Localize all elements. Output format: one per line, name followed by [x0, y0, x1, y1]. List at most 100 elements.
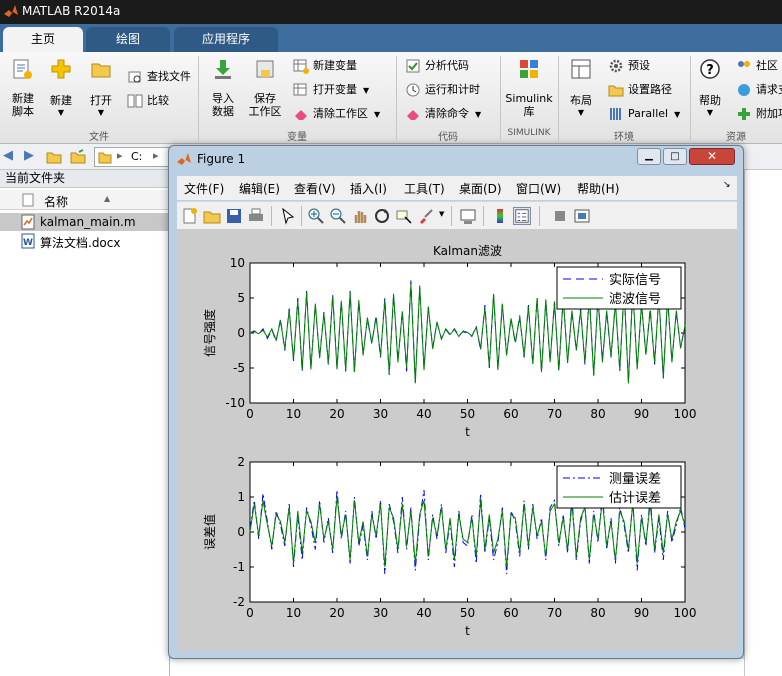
parallel-button[interactable]: Parallel ▼ — [608, 104, 680, 124]
new-variable-icon — [293, 59, 309, 74]
preferences-button[interactable]: 预设 — [608, 56, 650, 76]
menu-help[interactable]: 帮助(H) — [577, 180, 619, 197]
menu-edit[interactable]: 编辑(E) — [239, 180, 280, 197]
import-data-button[interactable]: 导入 数据 — [204, 58, 242, 124]
simulink-library-button[interactable]: Simulink 库 — [503, 58, 555, 124]
x-tick-label: 40 — [416, 407, 431, 421]
save-workspace-button[interactable]: 保存 工作区 — [246, 58, 284, 124]
clear-commands-label: 清除命令 — [425, 107, 469, 120]
tab-plots-label: 绘图 — [115, 32, 140, 46]
rotate-3d-icon[interactable] — [373, 207, 391, 225]
community-button[interactable]: 社区 — [736, 56, 778, 76]
menu-view[interactable]: 查看(V) — [294, 180, 336, 197]
save-workspace-icon — [256, 60, 274, 78]
address-field[interactable]: ▸ C: ▸ — [94, 147, 174, 167]
help-icon: ? — [700, 59, 720, 79]
save-workspace-label: 保存 工作区 — [248, 92, 282, 118]
column-header[interactable]: 名称 ▲ — [0, 190, 169, 210]
link-plot-icon[interactable] — [459, 207, 477, 225]
x-tick-label: 80 — [590, 407, 605, 421]
show-plot-tools-icon[interactable] — [573, 207, 591, 225]
help-button[interactable]: ? 帮助 ▼ — [694, 58, 726, 124]
svg-text:W: W — [23, 238, 33, 248]
new-button[interactable]: 新建 ▼ — [44, 58, 78, 124]
legend[interactable]: 实际信号 滤波信号 — [556, 266, 682, 310]
addons-label: 附加项 — [756, 107, 782, 120]
browse-folder-icon[interactable] — [70, 149, 86, 165]
tab-home[interactable]: 主页 — [3, 27, 83, 52]
minimize-button[interactable]: ▁ — [637, 148, 661, 165]
new-figure-icon[interactable] — [181, 207, 199, 225]
command-window-area — [170, 659, 744, 676]
up-folder-icon[interactable] — [46, 149, 62, 165]
clear-workspace-button[interactable]: 清除工作区 ▼ — [293, 104, 380, 124]
chevron-down-icon: ▼ — [475, 110, 482, 119]
gear-icon — [609, 59, 623, 73]
x-tick-label: 30 — [373, 407, 388, 421]
layout-icon — [571, 59, 591, 79]
path-chevron-icon: ▸ — [117, 149, 123, 162]
new-script-icon — [13, 59, 32, 79]
addons-button[interactable]: 附加项 — [736, 104, 782, 124]
open-button[interactable]: 打开 ▼ — [84, 58, 118, 124]
hide-plot-tools-icon[interactable] — [551, 207, 569, 225]
menu-file[interactable]: 文件(F) — [184, 180, 224, 197]
zoom-out-icon[interactable] — [329, 207, 347, 225]
chevron-down-icon[interactable]: ▼ — [439, 210, 444, 218]
tab-apps[interactable]: 应用程序 — [174, 27, 278, 52]
run-time-icon — [406, 83, 420, 97]
compare-icon — [127, 94, 143, 108]
open-file-icon[interactable] — [203, 207, 221, 225]
eraser-icon — [295, 110, 307, 120]
help-label: 帮助 — [699, 94, 721, 107]
legend-icon[interactable] — [513, 207, 531, 225]
pan-hand-icon[interactable] — [351, 207, 369, 225]
menu-window[interactable]: 窗口(W) — [516, 180, 561, 197]
x-tick-label: 10 — [286, 606, 301, 620]
menu-tools[interactable]: 工具(T) — [404, 180, 445, 197]
legend[interactable]: 测量误差 估计误差 — [556, 465, 682, 509]
x-tick-label: 20 — [329, 407, 344, 421]
y-tick-label: -1 — [233, 560, 245, 574]
print-icon[interactable] — [247, 207, 265, 225]
analyze-code-button[interactable]: 分析代码 — [405, 56, 469, 76]
find-files-button[interactable]: 查找文件 — [127, 67, 191, 87]
brush-icon[interactable] — [417, 207, 435, 225]
figure-titlebar[interactable]: Figure 1 ▁ □ ✕ — [169, 146, 743, 172]
data-cursor-icon[interactable] — [395, 207, 413, 225]
list-item[interactable]: W 算法文档.docx — [0, 232, 169, 250]
colorbar-icon[interactable] — [491, 207, 509, 225]
run-and-time-button[interactable]: 运行和计时 — [405, 80, 480, 100]
figure-toolbar: ▼ — [177, 201, 737, 229]
list-item[interactable]: kalman_main.m — [0, 213, 169, 231]
set-path-button[interactable]: 设置路径 — [608, 80, 672, 100]
menu-desktop[interactable]: 桌面(D) — [459, 180, 502, 197]
compare-button[interactable]: 比较 — [127, 91, 169, 111]
zoom-in-icon[interactable] — [307, 207, 325, 225]
new-variable-button[interactable]: 新建变量 — [293, 56, 357, 76]
plot-area: Kalman滤波 t 信号强度 0 10 20 30 40 50 60 70 80 90 100-1… — [202, 244, 696, 638]
layout-label: 布局 — [570, 94, 592, 107]
dock-arrow-icon[interactable]: ↘ — [723, 180, 731, 190]
legend-label-filtered: 滤波信号 — [609, 292, 661, 307]
open-variable-button[interactable]: 打开变量 ▼ — [293, 80, 369, 100]
new-plus-icon — [51, 59, 71, 79]
tab-plots[interactable]: 绘图 — [86, 27, 170, 52]
word-doc-icon: W — [21, 233, 35, 249]
forward-arrow-icon[interactable]: ▶ — [24, 148, 34, 163]
menu-insert[interactable]: 插入(I) — [350, 180, 387, 197]
community-label: 社区 — [756, 59, 778, 72]
find-files-icon — [128, 71, 141, 83]
pointer-arrow-icon[interactable] — [279, 207, 297, 225]
toolbar-divider — [301, 206, 302, 226]
close-button[interactable]: ✕ — [689, 148, 735, 165]
clear-commands-button[interactable]: 清除命令 ▼ — [405, 104, 481, 124]
request-support-button[interactable]: 请求支 — [736, 80, 782, 100]
new-script-button[interactable]: 新建 脚本 — [6, 58, 40, 124]
eraser-icon — [407, 110, 419, 120]
layout-button[interactable]: 布局 ▼ — [564, 58, 598, 124]
maximize-button[interactable]: □ — [663, 148, 687, 165]
save-icon[interactable] — [225, 207, 243, 225]
back-arrow-icon[interactable]: ◀ — [3, 148, 13, 163]
chevron-down-icon: ▼ — [577, 108, 585, 117]
